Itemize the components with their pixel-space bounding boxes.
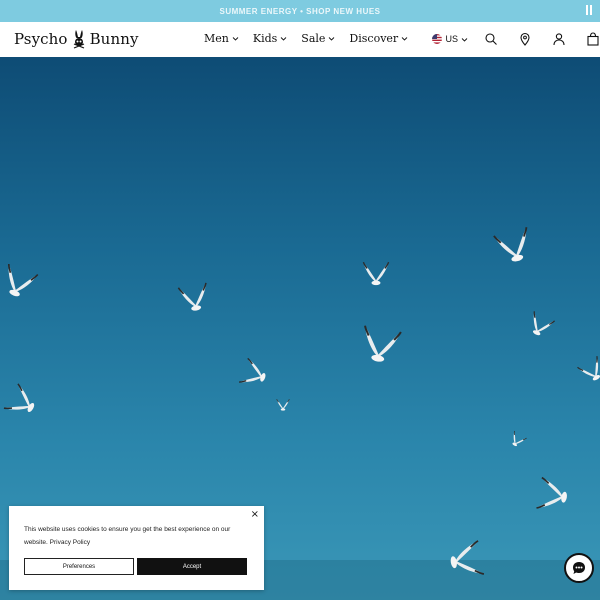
seagull — [3, 383, 41, 422]
chevron-down-icon — [329, 37, 335, 41]
bunny-skull-icon — [73, 30, 84, 49]
nav-label: Men — [204, 32, 229, 45]
close-icon[interactable]: × — [251, 510, 259, 520]
seagull — [177, 282, 212, 314]
cookie-message: This website uses cookies to ensure you … — [24, 523, 254, 549]
nav-label: Sale — [301, 32, 326, 45]
pause-icon[interactable] — [584, 5, 594, 17]
nav-item-men[interactable]: Men — [204, 32, 239, 45]
nav-item-sale[interactable]: Sale — [301, 32, 335, 45]
seagull — [0, 263, 39, 302]
seagull — [362, 261, 390, 286]
site-header: Psycho Bunny Men Kids Sale Discover US — [0, 22, 600, 57]
store-locator-icon[interactable] — [518, 32, 532, 46]
privacy-policy-link[interactable]: Privacy Policy — [50, 539, 90, 546]
nav-label: Kids — [252, 32, 278, 45]
seagull — [525, 310, 556, 340]
brand-logo[interactable]: Psycho Bunny — [14, 29, 139, 49]
accept-button[interactable]: Accept — [137, 558, 247, 575]
seagull — [576, 355, 600, 386]
header-tools: US — [432, 32, 600, 46]
preferences-button[interactable]: Preferences — [24, 558, 134, 575]
chat-button[interactable] — [564, 553, 594, 583]
cookie-banner: × This website uses cookies to ensure yo… — [9, 506, 264, 590]
nav-item-discover[interactable]: Discover — [349, 32, 408, 45]
seagull — [535, 476, 571, 514]
nav-item-kids[interactable]: Kids — [253, 32, 287, 45]
cart-icon[interactable] — [586, 32, 600, 46]
nav-label: Discover — [349, 32, 399, 45]
chat-bubble-icon — [573, 562, 585, 574]
seagull — [493, 226, 536, 267]
seagull — [358, 324, 402, 366]
seagull — [238, 357, 270, 391]
seagull — [276, 398, 290, 411]
chevron-down-icon — [401, 37, 408, 41]
search-icon[interactable] — [484, 32, 498, 46]
us-flag-icon — [432, 34, 443, 44]
announcement-text[interactable]: SUMMER ENERGY • SHOP NEW HUES — [219, 7, 380, 16]
chevron-down-icon — [461, 37, 468, 42]
seagull — [507, 430, 527, 450]
account-icon[interactable] — [552, 32, 566, 46]
logo-text-bunny: Bunny — [89, 30, 139, 48]
logo-text-psycho: Psycho — [14, 30, 68, 48]
main-nav: Men Kids Sale Discover — [204, 32, 408, 45]
region-selector[interactable]: US — [432, 34, 468, 44]
announcement-bar[interactable]: SUMMER ENERGY • SHOP NEW HUES — [0, 0, 600, 22]
chevron-down-icon — [280, 37, 287, 41]
region-label: US — [445, 34, 458, 44]
chevron-down-icon — [232, 37, 239, 41]
